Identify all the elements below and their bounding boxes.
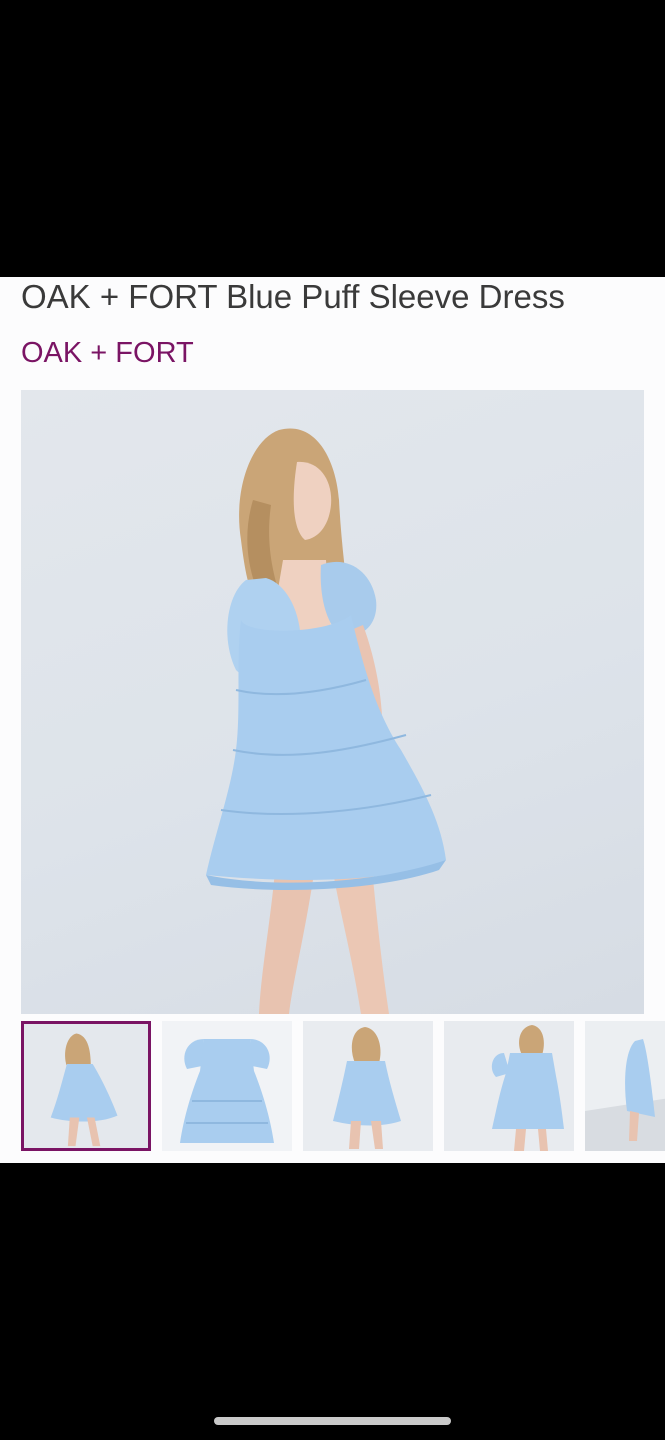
main-product-image[interactable]: [21, 390, 644, 1014]
dress-model-back-icon: [303, 1021, 433, 1151]
thumbnail-3[interactable]: [303, 1021, 433, 1151]
dress-model-front-icon: [444, 1021, 574, 1151]
thumbnail-5[interactable]: [585, 1021, 665, 1151]
thumbnail-2[interactable]: [162, 1021, 292, 1151]
product-title: OAK + FORT Blue Puff Sleeve Dress: [21, 278, 565, 315]
thumbnail-1[interactable]: [21, 1021, 151, 1151]
dress-model-side-icon: [24, 1024, 148, 1148]
product-panel: OAK + FORT Blue Puff Sleeve Dress OAK + …: [0, 277, 665, 1163]
dress-flatlay-icon: [162, 1021, 292, 1151]
brand-link[interactable]: OAK + FORT: [21, 335, 194, 371]
thumbnail-strip: [21, 1021, 665, 1151]
bottom-black-area: [0, 1163, 665, 1440]
dress-model-partial-icon: [585, 1021, 665, 1151]
home-indicator[interactable]: [214, 1417, 451, 1425]
thumbnail-4[interactable]: [444, 1021, 574, 1151]
dress-photo-icon: [206, 428, 446, 1014]
top-black-area: [0, 0, 665, 277]
